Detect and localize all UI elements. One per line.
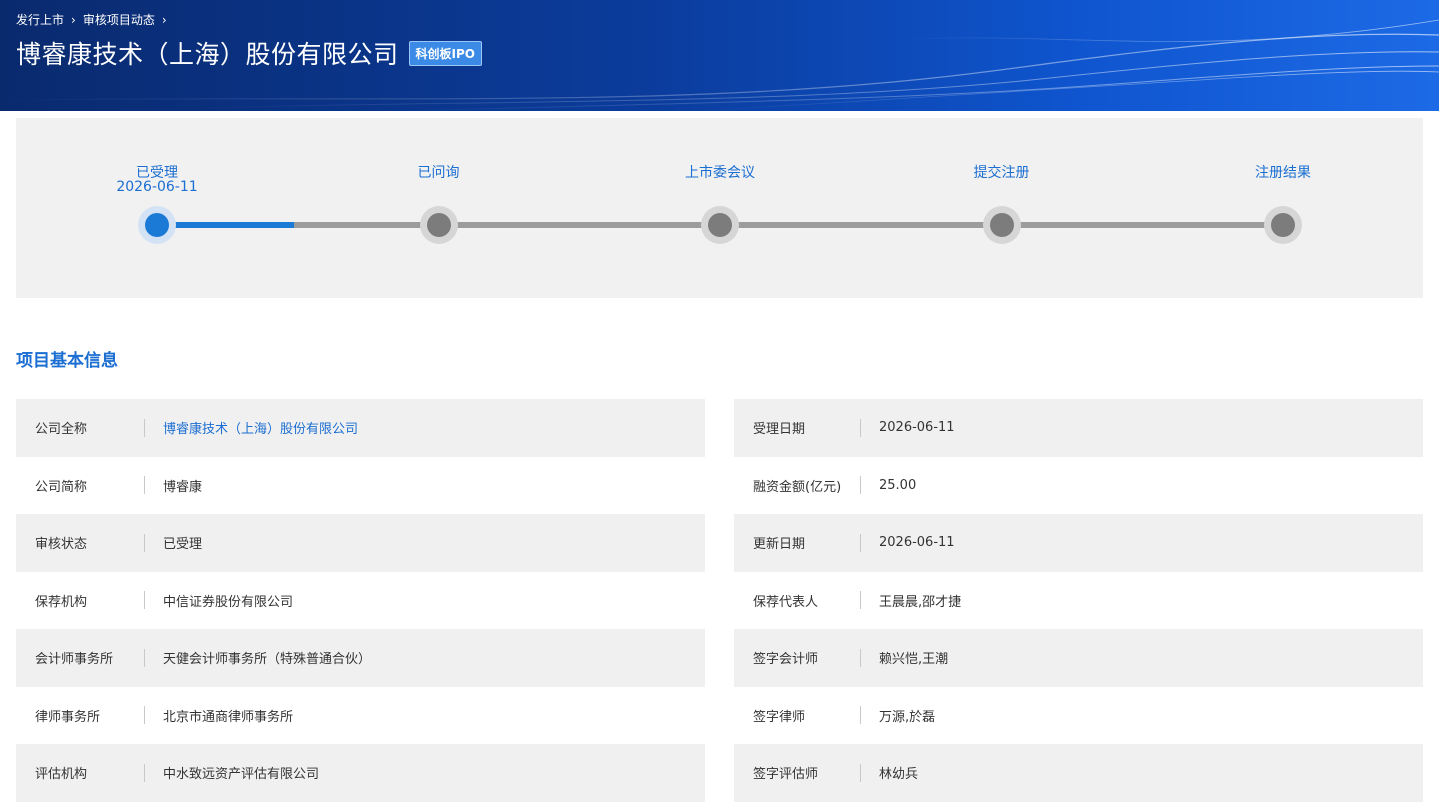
field-label: 保荐机构 [35, 594, 88, 610]
step-label: 上市委会议 [685, 165, 755, 181]
step-dot [701, 206, 739, 244]
field-value: 已受理 [163, 537, 203, 553]
step-dot [982, 206, 1021, 244]
page-banner: 发行上市 › 审核项目动态 › 博睿康技术（上海）股份有限公司 科创板IPO [0, 0, 1439, 111]
field-label: 审核状态 [35, 537, 88, 553]
info-row-signing-lawyers: 签字律师 万源,於磊 [734, 687, 1423, 745]
field-label: 会计师事务所 [35, 652, 114, 668]
info-row-company-short-name: 公司简称 博睿康 [16, 457, 705, 515]
section-title-basic-info: 项目基本信息 [16, 351, 118, 371]
field-value: 中信证券股份有限公司 [163, 594, 294, 610]
info-table-left: 公司全称 博睿康技术（上海）股份有限公司 公司简称 博睿康 审核状态 已受理 保… [16, 399, 705, 802]
info-row-signing-appraisers: 签字评估师 林幼兵 [734, 744, 1423, 802]
step-dot [419, 206, 458, 244]
field-value: 北京市通商律师事务所 [163, 709, 294, 725]
field-label: 融资金额(亿元) [753, 479, 842, 495]
progress-track-completed [157, 222, 294, 228]
info-row-accounting-firm: 会计师事务所 天健会计师事务所（特殊普通合伙） [16, 629, 705, 687]
step-dot [1264, 206, 1302, 244]
step-label: 注册结果 [1255, 165, 1311, 181]
step-label: 已问询 [417, 165, 460, 181]
chevron-right-icon: › [161, 12, 167, 27]
field-label: 签字会计师 [753, 652, 819, 668]
field-label: 更新日期 [753, 537, 806, 553]
field-label: 律师事务所 [35, 709, 101, 725]
info-row-appraisal-firm: 评估机构 中水致远资产评估有限公司 [16, 744, 705, 802]
chevron-right-icon: › [71, 12, 76, 27]
review-progress-panel: 已受理 2026-06-11 已问询 上市委会议 提交注册 注册结果 [16, 118, 1423, 298]
info-row-signing-accountants: 签字会计师 赖兴恺,王潮 [734, 629, 1423, 687]
field-value: 林幼兵 [879, 767, 919, 783]
info-row-sponsor-representatives: 保荐代表人 王晨晨,邵才捷 [734, 572, 1423, 630]
breadcrumb: 发行上市 › 审核项目动态 › [16, 11, 174, 28]
field-label: 签字律师 [753, 709, 806, 725]
step-date: 2026-06-11 [116, 179, 198, 195]
page-title: 博睿康技术（上海）股份有限公司 [16, 40, 399, 69]
info-row-review-status: 审核状态 已受理 [16, 514, 705, 572]
step-label: 提交注册 [973, 165, 1030, 181]
board-tag-badge: 科创板IPO [408, 40, 482, 66]
field-label: 公司简称 [35, 479, 88, 495]
field-value: 25.00 [879, 477, 917, 493]
field-value: 王晨晨,邵才捷 [879, 594, 962, 610]
breadcrumb-item-issuance[interactable]: 发行上市 [16, 11, 64, 28]
company-full-name-link[interactable]: 博睿康技术（上海）股份有限公司 [145, 418, 358, 437]
breadcrumb-item-review-dynamics[interactable]: 审核项目动态 [83, 11, 155, 28]
field-value: 万源,於磊 [879, 709, 936, 725]
field-label: 保荐代表人 [753, 594, 819, 610]
info-row-company-full-name: 公司全称 博睿康技术（上海）股份有限公司 [16, 399, 705, 457]
step-dot-active [138, 206, 176, 244]
field-label: 受理日期 [753, 422, 806, 438]
field-value: 博睿康 [163, 479, 203, 495]
field-value: 天健会计师事务所（特殊普通合伙） [163, 652, 372, 668]
field-value: 2026-06-11 [879, 535, 955, 551]
info-row-sponsor: 保荐机构 中信证券股份有限公司 [16, 572, 705, 630]
field-label: 公司全称 [35, 422, 88, 438]
info-row-acceptance-date: 受理日期 2026-06-11 [734, 399, 1423, 457]
field-value: 赖兴恺,王潮 [879, 652, 949, 668]
info-row-law-firm: 律师事务所 北京市通商律师事务所 [16, 687, 705, 745]
field-label: 签字评估师 [753, 767, 819, 783]
field-label: 评估机构 [35, 767, 88, 783]
info-row-update-date: 更新日期 2026-06-11 [734, 514, 1423, 572]
info-table-right: 受理日期 2026-06-11 融资金额(亿元) 25.00 更新日期 2026… [734, 399, 1423, 802]
field-value: 2026-06-11 [879, 420, 955, 436]
field-value: 中水致远资产评估有限公司 [163, 767, 320, 783]
info-row-financing-amount: 融资金额(亿元) 25.00 [734, 457, 1423, 515]
